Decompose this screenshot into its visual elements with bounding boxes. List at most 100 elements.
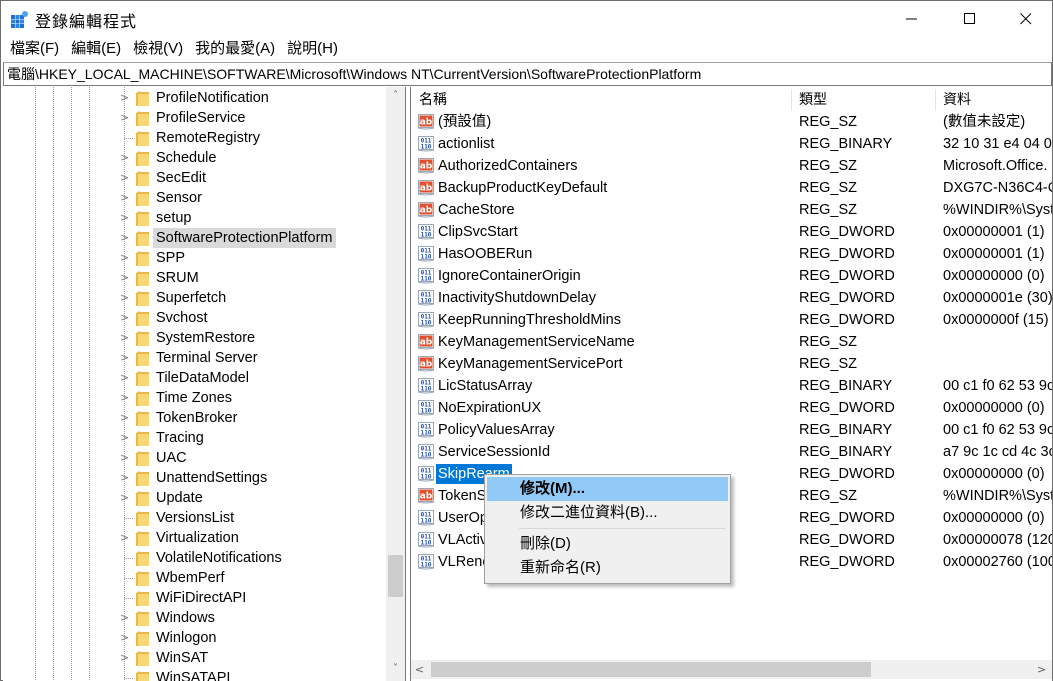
tree-item[interactable]: RemoteRegistry	[3, 128, 383, 148]
tree-item[interactable]: > TokenBroker	[3, 408, 383, 428]
column-header-type[interactable]: 類型	[791, 87, 935, 111]
chevron-right-icon[interactable]: >	[120, 631, 130, 645]
value-row[interactable]: 011 110 LicStatusArray REG_BINARY 00 c1 f0 6…	[411, 375, 1052, 397]
tree-item[interactable]: > Schedule	[3, 148, 383, 168]
menu-view[interactable]: 檢視(V)	[127, 38, 189, 60]
value-row[interactable]: ab CacheStore REG_SZ %WINDIR%\Syst	[411, 199, 1052, 221]
column-header-data[interactable]: 資料	[935, 87, 1052, 111]
minimize-button[interactable]	[887, 1, 937, 37]
tree-item[interactable]: > SoftwareProtectionPlatform	[3, 228, 383, 248]
column-header-name[interactable]: 名稱	[411, 87, 791, 111]
tree-item[interactable]: WbemPerf	[3, 568, 383, 588]
value-row[interactable]: ab KeyManagementServicePort REG_SZ	[411, 353, 1052, 375]
context-menu-rename[interactable]: 重新命名(R)	[487, 556, 728, 580]
tree-item[interactable]: > setup	[3, 208, 383, 228]
tree-item[interactable]: > Svchost	[3, 308, 383, 328]
value-row[interactable]: 011 110 NoExpirationUX REG_DWORD 0x00000000 …	[411, 397, 1052, 419]
tree-item[interactable]: > Update	[3, 488, 383, 508]
tree-item[interactable]: > TileDataModel	[3, 368, 383, 388]
tree-item-label: TileDataModel	[156, 370, 249, 386]
chevron-right-icon[interactable]: >	[120, 611, 130, 625]
binary-value-icon: 011110	[418, 136, 435, 152]
chevron-right-icon[interactable]: >	[120, 111, 130, 125]
value-row[interactable]: 011 110 actionlist REG_BINARY 32 10 31 e4 04…	[411, 133, 1052, 155]
tree-item[interactable]: VersionsList	[3, 508, 383, 528]
tree-item[interactable]: WinSATAPI	[3, 668, 383, 681]
chevron-right-icon[interactable]: >	[120, 431, 130, 445]
chevron-right-icon[interactable]: >	[120, 271, 130, 285]
menu-help[interactable]: 說明(H)	[281, 38, 344, 60]
tree-item[interactable]: > Superfetch	[3, 288, 383, 308]
tree-item[interactable]: > SystemRestore	[3, 328, 383, 348]
list-scroll-thumb[interactable]	[431, 662, 871, 677]
tree-item[interactable]: > WinSAT	[3, 648, 383, 668]
scroll-up-icon[interactable]: ˄	[386, 87, 405, 104]
context-menu-modify-binary[interactable]: 修改二進位資料(B)...	[487, 501, 728, 525]
chevron-right-icon[interactable]: >	[120, 211, 130, 225]
chevron-right-icon[interactable]: >	[120, 411, 130, 425]
tree-item[interactable]: > SRUM	[3, 268, 383, 288]
scroll-down-icon[interactable]: ˅	[386, 660, 405, 677]
value-list[interactable]: 名稱 類型 資料 ab (預設值) REG_SZ (數值未設定) 011 110 actio…	[411, 87, 1052, 681]
tree-item[interactable]: > SPP	[3, 248, 383, 268]
chevron-right-icon[interactable]: >	[120, 531, 130, 545]
chevron-right-icon[interactable]: >	[120, 371, 130, 385]
value-type: REG_SZ	[799, 488, 858, 504]
value-row[interactable]: 011 110 PolicyValuesArray REG_BINARY 00 c1 f…	[411, 419, 1052, 441]
scroll-left-icon[interactable]: <	[411, 660, 428, 679]
tree-item[interactable]: WiFiDirectAPI	[3, 588, 383, 608]
chevron-right-icon[interactable]: >	[120, 651, 130, 665]
menu-favorites[interactable]: 我的最愛(A)	[189, 38, 281, 60]
tree-item[interactable]: > Sensor	[3, 188, 383, 208]
tree-item[interactable]: VolatileNotifications	[3, 548, 383, 568]
tree-item[interactable]: > ProfileService	[3, 108, 383, 128]
close-button[interactable]	[1001, 1, 1051, 37]
value-row[interactable]: ab (預設值) REG_SZ (數值未設定)	[411, 111, 1052, 133]
chevron-right-icon[interactable]: >	[120, 491, 130, 505]
tree-item[interactable]: > ProfileNotification	[3, 88, 383, 108]
value-row[interactable]: 011 110 HasOOBERun REG_DWORD 0x00000001 (1)	[411, 243, 1052, 265]
address-bar[interactable]: 電腦\HKEY_LOCAL_MACHINE\SOFTWARE\Microsoft…	[3, 62, 1052, 86]
chevron-right-icon[interactable]: >	[120, 471, 130, 485]
value-row[interactable]: 011 110 ClipSvcStart REG_DWORD 0x00000001 (1…	[411, 221, 1052, 243]
tree-vertical-scrollbar[interactable]: ˄ ˅	[386, 87, 405, 681]
chevron-right-icon[interactable]: >	[120, 151, 130, 165]
value-row[interactable]: ab AuthorizedContainers REG_SZ Microsoft.Of…	[411, 155, 1052, 177]
chevron-right-icon[interactable]: >	[120, 291, 130, 305]
tree-item[interactable]: > Time Zones	[3, 388, 383, 408]
value-row[interactable]: 011 110 InactivityShutdownDelay REG_DWORD 0x…	[411, 287, 1052, 309]
maximize-button[interactable]	[945, 1, 995, 37]
value-row[interactable]: 011 110 IgnoreContainerOrigin REG_DWORD 0x00…	[411, 265, 1052, 287]
scroll-right-icon[interactable]: >	[1033, 660, 1050, 679]
tree-scroll-thumb[interactable]	[388, 555, 403, 597]
chevron-right-icon[interactable]: >	[120, 351, 130, 365]
tree-item[interactable]: > SecEdit	[3, 168, 383, 188]
title-bar[interactable]: 登錄編輯程式	[1, 1, 1052, 37]
tree-item[interactable]: > UAC	[3, 448, 383, 468]
menu-file[interactable]: 檔案(F)	[4, 38, 65, 60]
context-menu-delete[interactable]: 刪除(D)	[487, 532, 728, 556]
chevron-right-icon[interactable]: >	[120, 311, 130, 325]
key-tree[interactable]: > ProfileNotification > ProfileService Remot…	[3, 87, 406, 681]
chevron-right-icon[interactable]: >	[120, 91, 130, 105]
menu-edit[interactable]: 編輯(E)	[65, 38, 127, 60]
value-row[interactable]: ab BackupProductKeyDefault REG_SZ DXG7C-N36…	[411, 177, 1052, 199]
context-menu-modify[interactable]: 修改(M)...	[487, 477, 728, 501]
value-row[interactable]: ab KeyManagementServiceName REG_SZ	[411, 331, 1052, 353]
tree-item[interactable]: > UnattendSettings	[3, 468, 383, 488]
tree-item[interactable]: > Terminal Server	[3, 348, 383, 368]
list-horizontal-scrollbar[interactable]: < >	[411, 660, 1052, 679]
tree-item[interactable]: > Winlogon	[3, 628, 383, 648]
chevron-right-icon[interactable]: >	[120, 231, 130, 245]
chevron-right-icon[interactable]: >	[120, 251, 130, 265]
tree-item[interactable]: > Windows	[3, 608, 383, 628]
tree-item[interactable]: > Tracing	[3, 428, 383, 448]
value-row[interactable]: 011 110 KeepRunningThresholdMins REG_DWORD 0…	[411, 309, 1052, 331]
value-row[interactable]: 011 110 ServiceSessionId REG_BINARY a7 9c 1c…	[411, 441, 1052, 463]
tree-item[interactable]: > Virtualization	[3, 528, 383, 548]
chevron-right-icon[interactable]: >	[120, 191, 130, 205]
chevron-right-icon[interactable]: >	[120, 391, 130, 405]
chevron-right-icon[interactable]: >	[120, 171, 130, 185]
chevron-right-icon[interactable]: >	[120, 331, 130, 345]
chevron-right-icon[interactable]: >	[120, 451, 130, 465]
